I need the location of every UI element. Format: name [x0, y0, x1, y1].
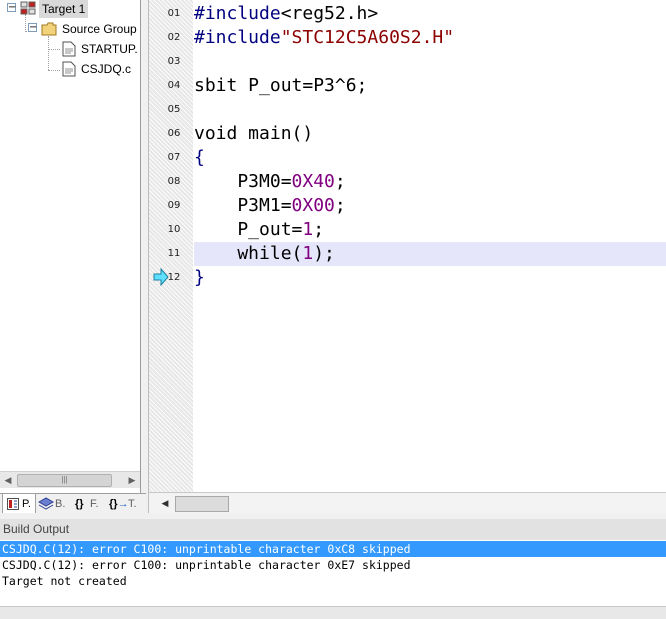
folder-icon	[41, 22, 57, 36]
line-number: 04	[167, 80, 181, 91]
tab-books[interactable]: B.	[36, 494, 68, 514]
code-token: void main()	[194, 123, 314, 144]
file-label: STARTUP.	[81, 42, 138, 56]
line-number: 10	[167, 224, 181, 235]
project-hscrollbar[interactable]: ◀ ||| ▶	[0, 471, 140, 488]
code-line[interactable]: #include"STC12C5A60S2.H"	[194, 26, 666, 50]
code-token: ;	[334, 171, 346, 192]
tab-project[interactable]: P.	[2, 494, 36, 515]
line-number: 03	[167, 56, 181, 67]
build-output-hscrollbar[interactable]	[0, 606, 666, 619]
build-output-title: Build Output	[0, 519, 666, 540]
tab-label: P.	[22, 498, 31, 510]
tree-item-source-group[interactable]: − Source Group	[0, 20, 140, 38]
code-token: }	[194, 267, 205, 288]
code-line[interactable]	[194, 50, 666, 74]
scroll-left-arrow-icon[interactable]: ◀	[157, 495, 173, 511]
tab-templates[interactable]: {}→ T.	[106, 494, 142, 514]
tree-item-file[interactable]: STARTUP.	[0, 40, 140, 58]
tab-label: F.	[90, 498, 99, 510]
code-editor[interactable]: 01 02 03 04 05 06 07 08 09 10 11 12 #include<reg52.…	[148, 0, 666, 514]
code-line[interactable]: }	[194, 266, 666, 290]
tab-label: B.	[55, 498, 66, 510]
line-number: 06	[167, 128, 181, 139]
build-output-line[interactable]: CSJDQ.C(12): error C100: unprintable cha…	[0, 557, 666, 573]
code-token: 0X40	[291, 171, 335, 192]
scroll-left-arrow-icon[interactable]: ◀	[0, 472, 16, 488]
line-number: 08	[167, 176, 181, 187]
line-number: 05	[167, 104, 181, 115]
code-token: sbit P_out=P3^6;	[194, 75, 368, 96]
scroll-thumb[interactable]	[175, 496, 229, 512]
build-output-line[interactable]: CSJDQ.C(12): error C100: unprintable cha…	[0, 541, 666, 557]
file-icon	[62, 61, 76, 77]
source-group-label: Source Group	[62, 22, 137, 36]
code-token: 1	[302, 243, 314, 264]
code-token: P3M1=	[194, 195, 292, 216]
scroll-right-arrow-icon[interactable]: ▶	[124, 472, 140, 488]
tab-functions[interactable]: {} F.	[72, 494, 104, 514]
code-line[interactable]: while(1);	[194, 242, 666, 266]
file-icon	[62, 41, 76, 57]
code-token: #include	[194, 27, 281, 48]
tree-item-target[interactable]: − Target 1	[0, 0, 140, 18]
code-token: "STC12C5A60S2.H"	[280, 27, 455, 48]
tree-item-file[interactable]: CSJDQ.c	[0, 60, 140, 78]
code-token: 0X00	[291, 195, 335, 216]
code-token: P_out=	[194, 219, 303, 240]
code-token: <reg52.h>	[280, 3, 379, 24]
code-line[interactable]: P_out=1;	[194, 218, 666, 242]
build-output-line[interactable]: Target not created	[0, 573, 666, 589]
code-token: P3M0=	[194, 171, 292, 192]
code-token: #include	[194, 3, 281, 24]
target-icon	[20, 1, 36, 15]
code-token: {	[194, 147, 205, 168]
code-token: ;	[334, 195, 346, 216]
line-number-gutter: 01 02 03 04 05 06 07 08 09 10 11 12	[149, 0, 193, 492]
code-line[interactable]	[194, 98, 666, 122]
code-line[interactable]: P3M0=0X40;	[194, 170, 666, 194]
project-panel: − Target 1 − Source Group STARTUP. CSJDQ…	[0, 0, 141, 493]
scroll-thumb[interactable]: |||	[17, 474, 112, 487]
code-line[interactable]: P3M1=0X00;	[194, 194, 666, 218]
line-number: 07	[167, 152, 181, 163]
code-line[interactable]: sbit P_out=P3^6;	[194, 74, 666, 98]
tab-label: T.	[128, 498, 137, 510]
collapse-icon[interactable]: −	[7, 3, 16, 13]
code-token: ;	[313, 219, 325, 240]
line-number: 02	[167, 32, 181, 43]
code-line[interactable]: {	[194, 146, 666, 170]
file-label: CSJDQ.c	[81, 62, 132, 76]
code-line[interactable]: #include<reg52.h>	[194, 2, 666, 26]
collapse-icon[interactable]: −	[28, 23, 37, 33]
current-line-arrow-icon	[153, 268, 169, 286]
templates-icon: {}→	[109, 498, 129, 510]
books-icon	[38, 497, 54, 510]
editor-hscrollbar[interactable]: ◀	[149, 492, 666, 514]
target-label: Target 1	[39, 0, 89, 18]
functions-icon: {}	[75, 498, 84, 510]
build-output-list[interactable]: CSJDQ.C(12): error C100: unprintable cha…	[0, 540, 666, 606]
code-token: 1	[302, 219, 314, 240]
line-number: 01	[167, 8, 181, 19]
line-number: 09	[167, 200, 181, 211]
code-line[interactable]: void main()	[194, 122, 666, 146]
code-token: while(	[194, 243, 303, 264]
code-token: );	[313, 243, 335, 264]
project-tab-icon	[7, 498, 19, 510]
line-number: 11	[167, 248, 181, 259]
